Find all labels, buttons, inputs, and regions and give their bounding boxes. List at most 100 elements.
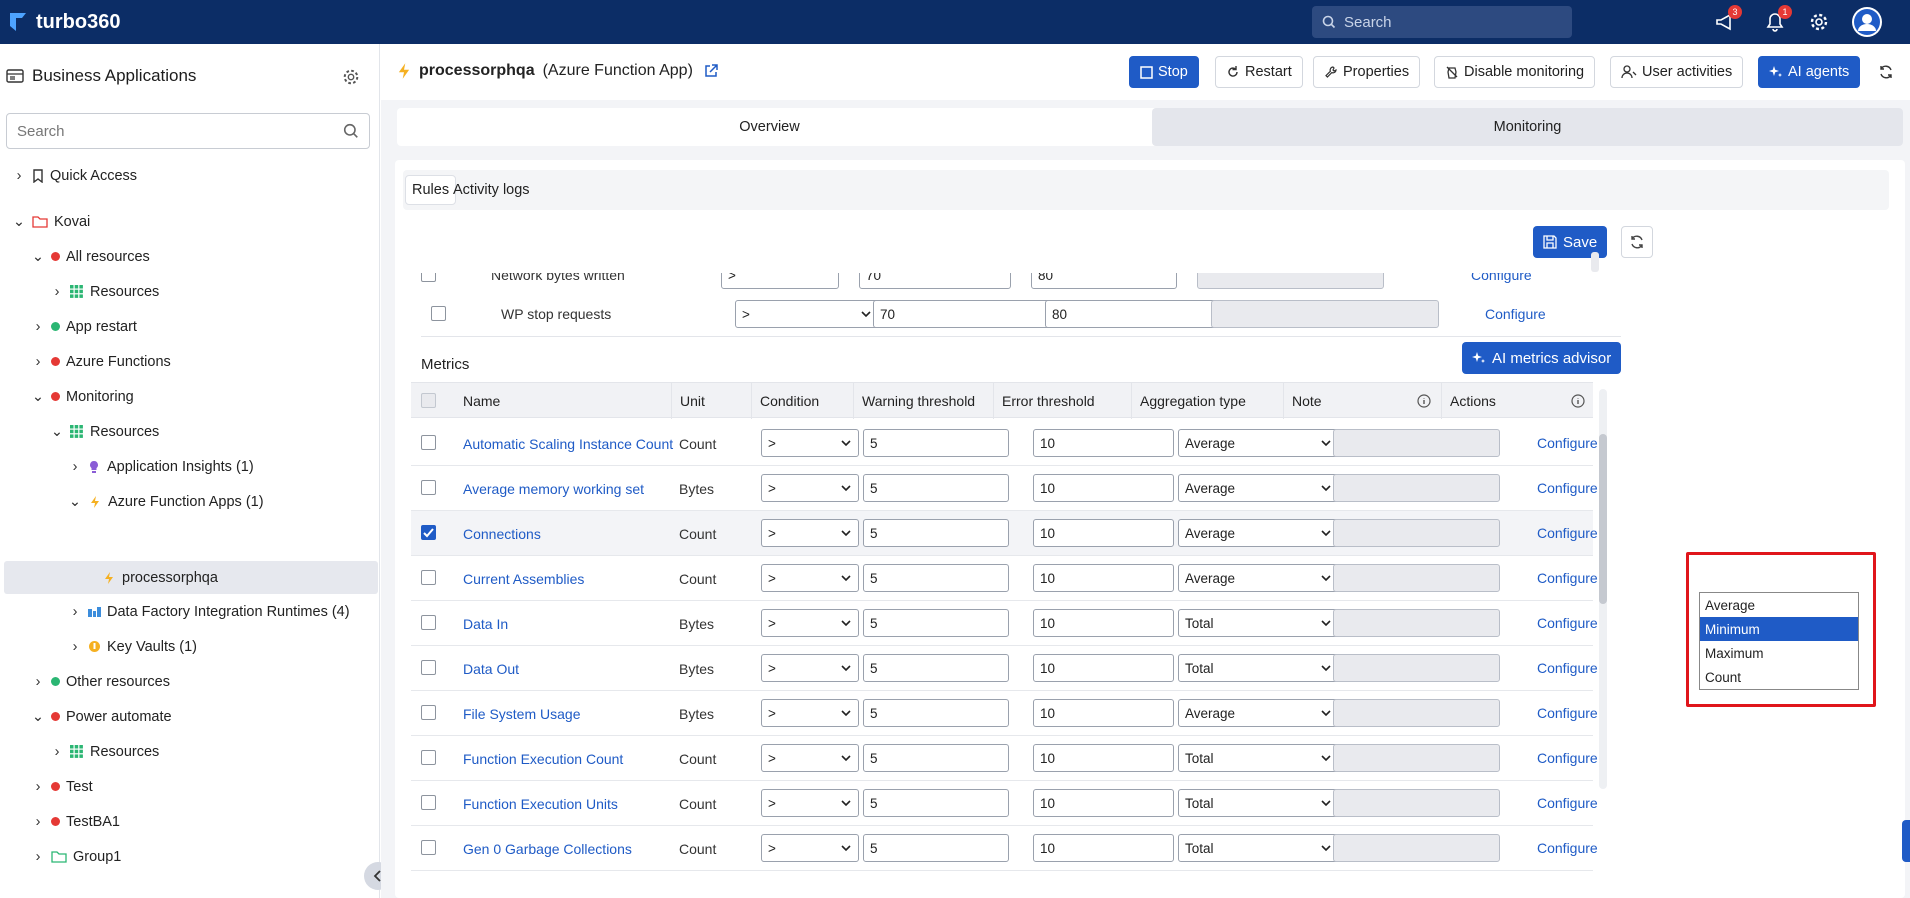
tree-item-power-automate[interactable]: ⌄ Power automate [31, 700, 172, 733]
tree-item-resources[interactable]: › Resources [50, 275, 160, 308]
turbo360-logo[interactable]: turbo360 [8, 11, 120, 34]
disable-monitoring-button[interactable]: Disable monitoring [1434, 56, 1596, 88]
aggregation-select[interactable]: Average [1178, 699, 1339, 727]
status-scrollbar[interactable] [1591, 252, 1599, 272]
row-checkbox[interactable] [421, 840, 436, 855]
tab-monitoring[interactable]: Monitoring [1152, 108, 1903, 146]
error-threshold-input[interactable]: 10 [1033, 429, 1174, 457]
tree-item-application-insights[interactable]: › Application Insights (1) [68, 450, 254, 483]
user-activities-button[interactable]: User activities [1610, 56, 1744, 88]
metric-name-link[interactable]: Current Assemblies [463, 556, 584, 601]
warning-threshold-input[interactable]: 5 [863, 834, 1009, 862]
condition-select[interactable]: > [761, 654, 859, 682]
warning-threshold-input[interactable]: 70 [873, 300, 1059, 328]
configure-link[interactable]: Configure [1537, 615, 1598, 631]
configure-link[interactable]: Configure [1537, 795, 1598, 811]
warning-threshold-input[interactable]: 5 [863, 474, 1009, 502]
tab-overview[interactable]: Overview [397, 108, 1142, 146]
aggregation-select[interactable]: Average [1178, 429, 1339, 457]
tree-item-key-vaults[interactable]: › Key Vaults (1) [68, 630, 197, 663]
select-all-checkbox[interactable] [421, 393, 436, 408]
error-threshold-input[interactable]: 10 [1033, 834, 1174, 862]
metrics-scrollbar[interactable] [1599, 389, 1607, 789]
aggregation-select[interactable]: Average [1178, 564, 1339, 592]
error-threshold-input[interactable]: 10 [1033, 519, 1174, 547]
warning-threshold-input[interactable]: 70 [859, 273, 1011, 289]
configure-link[interactable]: Configure [1537, 570, 1598, 586]
note-input[interactable] [1333, 429, 1500, 457]
alerts-button[interactable]: 1 [1762, 5, 1792, 35]
metric-name-link[interactable]: Gen 0 Garbage Collections [463, 826, 632, 871]
column-header-name[interactable]: Name [455, 383, 671, 419]
condition-select[interactable]: > [761, 564, 859, 592]
warning-threshold-input[interactable]: 5 [863, 609, 1009, 637]
metric-name-link[interactable]: File System Usage [463, 691, 580, 736]
configure-link[interactable]: Configure [1537, 525, 1598, 541]
row-checkbox[interactable] [421, 570, 436, 585]
sidebar-search-input[interactable]: Search [6, 113, 370, 149]
configure-link[interactable]: Configure [1537, 705, 1598, 721]
dropdown-option-minimum[interactable]: Minimum [1700, 617, 1858, 641]
row-checkbox[interactable] [421, 435, 436, 450]
error-threshold-input[interactable]: 10 [1033, 474, 1174, 502]
condition-select[interactable]: > [761, 744, 859, 772]
aggregation-select[interactable]: Total [1178, 744, 1339, 772]
aggregation-select[interactable]: Total [1178, 609, 1339, 637]
condition-select[interactable]: > [761, 699, 859, 727]
aggregation-select[interactable]: Average [1178, 474, 1339, 502]
error-threshold-input[interactable]: 10 [1033, 654, 1174, 682]
note-input[interactable] [1333, 564, 1500, 592]
metric-name-link[interactable]: Function Execution Units [463, 781, 618, 826]
row-checkbox[interactable] [431, 306, 446, 321]
note-input[interactable] [1333, 789, 1500, 817]
condition-select[interactable]: > [761, 609, 859, 637]
condition-select[interactable]: > [761, 834, 859, 862]
info-icon[interactable] [1571, 394, 1585, 408]
warning-threshold-input[interactable]: 5 [863, 564, 1009, 592]
note-input[interactable] [1211, 300, 1439, 328]
metric-name-link[interactable]: Data In [463, 601, 508, 646]
warning-threshold-input[interactable]: 5 [863, 429, 1009, 457]
error-threshold-input[interactable]: 10 [1033, 609, 1174, 637]
scrollbar-thumb[interactable] [1599, 434, 1607, 604]
aggregation-select[interactable]: Average [1178, 519, 1339, 547]
aggregation-select[interactable]: Total [1178, 654, 1339, 682]
note-input[interactable] [1333, 699, 1500, 727]
metric-name-link[interactable]: Average memory working set [463, 466, 644, 511]
row-checkbox[interactable] [421, 525, 436, 540]
row-checkbox[interactable] [421, 273, 436, 282]
user-avatar[interactable] [1851, 6, 1883, 38]
row-checkbox[interactable] [421, 705, 436, 720]
condition-select[interactable]: > [761, 789, 859, 817]
note-input[interactable] [1333, 609, 1500, 637]
aggregation-select[interactable]: Total [1178, 789, 1339, 817]
tree-item-monitoring[interactable]: ⌄ Monitoring [31, 380, 134, 413]
tree-item-data-factory[interactable]: › Data Factory Integration Runtimes (4) [68, 595, 350, 628]
note-input[interactable] [1333, 834, 1500, 862]
note-input[interactable] [1197, 273, 1384, 289]
aggregation-select[interactable]: Total [1178, 834, 1339, 862]
condition-select[interactable]: > [761, 519, 859, 547]
error-threshold-input[interactable]: 10 [1033, 789, 1174, 817]
note-input[interactable] [1333, 474, 1500, 502]
subtab-activity-logs[interactable]: Activity logs [447, 175, 536, 205]
warning-threshold-input[interactable]: 5 [863, 519, 1009, 547]
row-checkbox[interactable] [421, 750, 436, 765]
configure-link[interactable]: Configure [1471, 273, 1532, 283]
tree-item-other-resources[interactable]: › Other resources [31, 665, 170, 698]
error-threshold-input[interactable]: 10 [1033, 744, 1174, 772]
configure-link[interactable]: Configure [1485, 306, 1546, 322]
tree-item-resources[interactable]: ⌄ Resources [50, 415, 159, 448]
configure-link[interactable]: Configure [1537, 480, 1598, 496]
tree-item-group1[interactable]: › Group1 [31, 840, 122, 873]
warning-threshold-input[interactable]: 5 [863, 654, 1009, 682]
tree-item-quick-access[interactable]: › Quick Access [12, 159, 137, 192]
condition-select[interactable]: > [735, 300, 879, 328]
tree-item-kovai[interactable]: ⌄ Kovai [12, 205, 90, 238]
aggregation-dropdown-list[interactable]: Average Minimum Maximum Count [1699, 592, 1859, 690]
tree-item-resources[interactable]: › Resources [50, 735, 160, 768]
error-threshold-input[interactable]: 80 [1045, 300, 1223, 328]
dropdown-option-average[interactable]: Average [1700, 593, 1858, 617]
configure-link[interactable]: Configure [1537, 840, 1598, 856]
refresh-rules-button[interactable] [1621, 226, 1653, 258]
